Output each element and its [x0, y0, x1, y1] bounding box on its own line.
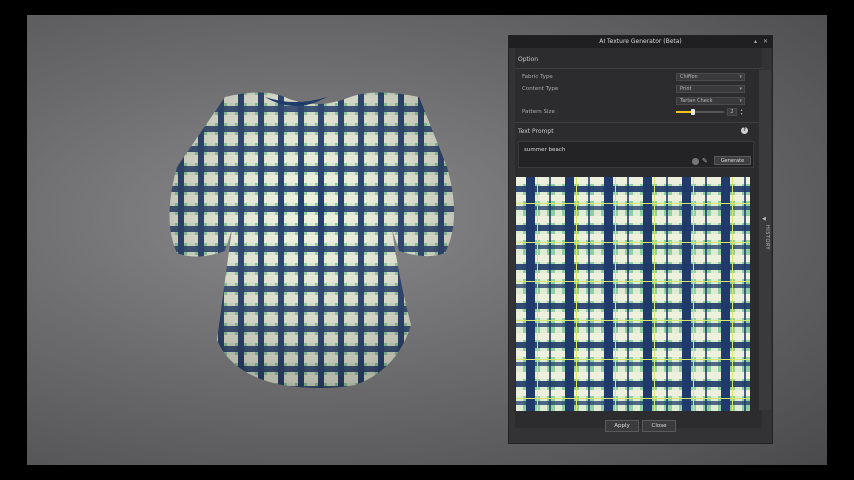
text-prompt-label: Text Prompt: [518, 128, 554, 135]
pattern-style-dropdown[interactable]: Tartan Check ▾: [676, 97, 745, 105]
content-type-label: Content Type: [522, 86, 559, 92]
chevron-down-icon: ▾: [739, 74, 742, 80]
chevron-down-icon: ▾: [739, 86, 742, 92]
pattern-size-label: Pattern Size: [522, 109, 555, 115]
option-section-label: Option: [518, 56, 539, 63]
content-type-value: Print: [680, 86, 692, 92]
content-type-dropdown[interactable]: Print ▾: [676, 85, 745, 93]
generated-texture-preview: [516, 177, 750, 411]
text-prompt-area[interactable]: summer beach ✎ Generate: [518, 141, 754, 168]
close-button[interactable]: Close: [642, 420, 676, 432]
apply-button[interactable]: Apply: [605, 420, 639, 432]
generate-button[interactable]: Generate: [714, 156, 751, 165]
fabric-type-value: Chiffon: [680, 74, 698, 80]
brush-icon[interactable]: ✎: [702, 157, 708, 165]
help-icon[interactable]: ?: [741, 127, 748, 134]
history-label: HISTORY: [764, 225, 770, 251]
close-icon[interactable]: ✕: [763, 38, 768, 45]
text-prompt-value: summer beach: [524, 147, 566, 153]
history-tab[interactable]: ◀ HISTORY: [759, 70, 771, 410]
panel-titlebar[interactable]: AI Texture Generator (Beta) ▴ ✕: [509, 36, 772, 48]
pin-icon[interactable]: ▴: [754, 38, 757, 45]
pattern-size-slider[interactable]: [676, 109, 724, 115]
divider: [515, 122, 762, 123]
blouse-shape[interactable]: [169, 92, 455, 389]
chevron-down-icon: ▾: [739, 98, 742, 104]
slider-knob[interactable]: [690, 109, 695, 115]
pattern-style-value: Tartan Check: [680, 98, 713, 104]
fabric-type-dropdown[interactable]: Chiffon ▾: [676, 73, 745, 81]
divider: [515, 68, 762, 69]
pattern-size-input[interactable]: 2: [727, 108, 737, 116]
panel-title: AI Texture Generator (Beta): [599, 38, 682, 45]
pattern-size-stepper[interactable]: ▴ ▾: [738, 108, 745, 116]
fabric-type-label: Fabric Type: [522, 74, 553, 80]
history-expand-icon: ◀: [762, 216, 766, 222]
gear-icon[interactable]: [692, 158, 699, 165]
